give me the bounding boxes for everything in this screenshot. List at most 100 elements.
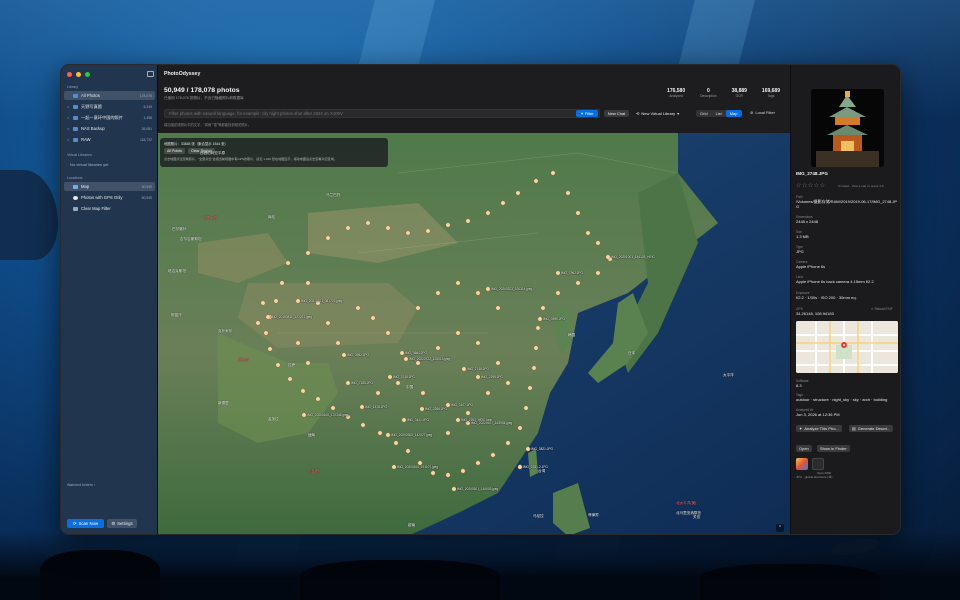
open-button[interactable]: Open — [796, 445, 812, 452]
zoom-window-button[interactable] — [85, 72, 90, 77]
photo-pin[interactable] — [465, 218, 471, 224]
photo-pin[interactable] — [505, 440, 511, 446]
photo-pin[interactable] — [540, 305, 546, 311]
photo-pin-label[interactable]: IMG_3952.JPG — [347, 353, 369, 357]
photo-pin-label[interactable]: IMG_20220927_163904.jpeg — [471, 421, 512, 425]
photo-pin[interactable] — [465, 410, 471, 416]
photo-pin[interactable] — [595, 240, 601, 246]
photo-pin[interactable] — [495, 360, 501, 366]
photo-pin[interactable] — [385, 225, 391, 231]
photo-pin-label[interactable]: IMG_20200305_142027.jpeg — [391, 433, 432, 437]
photo-pin[interactable] — [531, 365, 537, 371]
photo-pin[interactable] — [445, 430, 451, 436]
view-map-tab[interactable]: Map — [725, 110, 742, 117]
photo-pin[interactable] — [445, 472, 451, 478]
photo-pin[interactable] — [419, 406, 425, 412]
photo-pin[interactable] — [537, 316, 543, 322]
photo-pin[interactable] — [533, 178, 539, 184]
photo-pin[interactable] — [393, 440, 399, 446]
photo-pin-label[interactable]: IMG_20200106_170346.jpeg — [307, 413, 348, 417]
photo-pin[interactable] — [263, 330, 269, 336]
sidebar-item-clear-map-filter[interactable]: Clear Map Filter — [64, 204, 155, 213]
view-grid-tab[interactable]: Grid — [696, 110, 712, 117]
photo-pin[interactable] — [435, 290, 441, 296]
photo-pin-label[interactable]: IMG_3745.JPG — [393, 375, 415, 379]
photo-pin-label[interactable]: IMG_3664.JPG — [405, 351, 427, 355]
photo-pin[interactable] — [515, 190, 521, 196]
photo-pin-label[interactable]: IMG_2288.JPG — [425, 407, 447, 411]
photo-pin-label[interactable]: IMG_1878.JPG — [365, 405, 387, 409]
photo-pin-label[interactable]: IMG_20201001_154103_HEIC — [611, 255, 655, 259]
photo-pin[interactable] — [265, 314, 271, 320]
location-mini-map[interactable] — [796, 321, 898, 373]
photo-pin[interactable] — [517, 425, 523, 431]
photo-pin[interactable] — [355, 305, 361, 311]
new-virtual-library-button[interactable]: ⟲ New Virtual Library ▾ — [636, 110, 688, 117]
photo-pin-label[interactable]: IMG_3990.JPG — [543, 317, 565, 321]
photo-pin[interactable] — [475, 290, 481, 296]
photo-pin[interactable] — [505, 380, 511, 386]
settings-button[interactable]: ⚙ Settings — [107, 519, 137, 528]
photo-pin[interactable] — [485, 286, 491, 292]
photo-pin[interactable] — [475, 340, 481, 346]
photo-pin-label[interactable]: IMG_20220722_125013.jpeg — [409, 357, 450, 361]
photo-pin[interactable] — [500, 200, 506, 206]
photo-pin[interactable] — [405, 230, 411, 236]
photo-pin[interactable] — [415, 360, 421, 366]
photo-pin[interactable] — [279, 280, 285, 286]
photo-pin[interactable] — [495, 305, 501, 311]
photo-pin[interactable] — [555, 270, 561, 276]
photo-pin[interactable] — [300, 388, 306, 394]
photo-pin[interactable] — [285, 260, 291, 266]
star-icon[interactable]: ☆ — [820, 183, 826, 189]
map-canvas[interactable] — [158, 133, 790, 535]
photo-pin[interactable] — [305, 360, 311, 366]
local-filter-button[interactable]: ⊜ Local Filter — [750, 110, 775, 115]
photo-pin-label[interactable]: IMG_20190811_123221.jpeg — [271, 315, 312, 319]
photo-pin[interactable] — [485, 210, 491, 216]
photo-pin-label[interactable]: IMG_3441.JPG — [407, 418, 429, 422]
photo-pin[interactable] — [391, 464, 397, 470]
photo-pin[interactable] — [533, 345, 539, 351]
sidebar-item-library[interactable]: > 一起一意环中国的照片 1,498 — [64, 113, 155, 122]
photo-pin[interactable] — [260, 300, 266, 306]
photo-pin[interactable] — [455, 330, 461, 336]
photo-pin[interactable] — [405, 448, 411, 454]
photo-pin[interactable] — [523, 405, 529, 411]
photo-pin[interactable] — [375, 390, 381, 396]
photo-pin[interactable] — [273, 298, 279, 304]
photo-pin[interactable] — [425, 228, 431, 234]
sidebar-item-gps-only[interactable]: Photos with GPS Only 50,949 — [64, 193, 155, 202]
analyze-photo-button[interactable]: ✦ Analyze This Pho... — [796, 425, 842, 432]
photo-map[interactable]: 地图照片：33848 张（聚合显示 1544 张） All Points Cle… — [158, 133, 790, 535]
photo-pin[interactable] — [475, 460, 481, 466]
photo-pin[interactable] — [345, 225, 351, 231]
sidebar-item-nas-backup[interactable]: > NAS Backup 26,081 — [64, 124, 155, 133]
photo-pin-label[interactable]: IMG_20200106_191107.jpeg — [397, 465, 438, 469]
all-points-button[interactable]: All Points — [164, 148, 185, 154]
photo-pin-label[interactable]: IMG_0781-2.JPG — [523, 465, 548, 469]
photo-pin[interactable] — [287, 376, 293, 382]
photo-pin[interactable] — [575, 280, 581, 286]
photo-pin[interactable] — [399, 350, 405, 356]
photo-pin[interactable] — [435, 345, 441, 351]
photo-pin[interactable] — [387, 374, 393, 380]
photo-pin[interactable] — [595, 270, 601, 276]
new-chat-button[interactable]: New Chat — [604, 110, 629, 117]
photo-pin[interactable] — [365, 220, 371, 226]
photo-thumbnail[interactable] — [811, 89, 884, 167]
compass-icon[interactable]: ⌃ — [776, 524, 784, 532]
photo-pin[interactable] — [305, 250, 311, 256]
reload-exif-button[interactable]: ⟳ Reload EXIF — [871, 307, 893, 311]
photo-pin[interactable] — [517, 464, 523, 470]
photo-pin-label[interactable]: IMG_20210701_081722.jpeg — [301, 299, 342, 303]
photo-pin[interactable] — [485, 390, 491, 396]
photo-pin[interactable] — [255, 320, 261, 326]
photo-pin[interactable] — [330, 405, 336, 411]
photo-pin[interactable] — [451, 486, 457, 492]
filter-button[interactable]: ✦ Filter — [576, 110, 598, 117]
photo-pin[interactable] — [555, 290, 561, 296]
photo-pin[interactable] — [525, 446, 531, 452]
sidebar-item-library[interactable]: > 天野写真館 3,249 — [64, 102, 155, 111]
photo-pin[interactable] — [535, 325, 541, 331]
